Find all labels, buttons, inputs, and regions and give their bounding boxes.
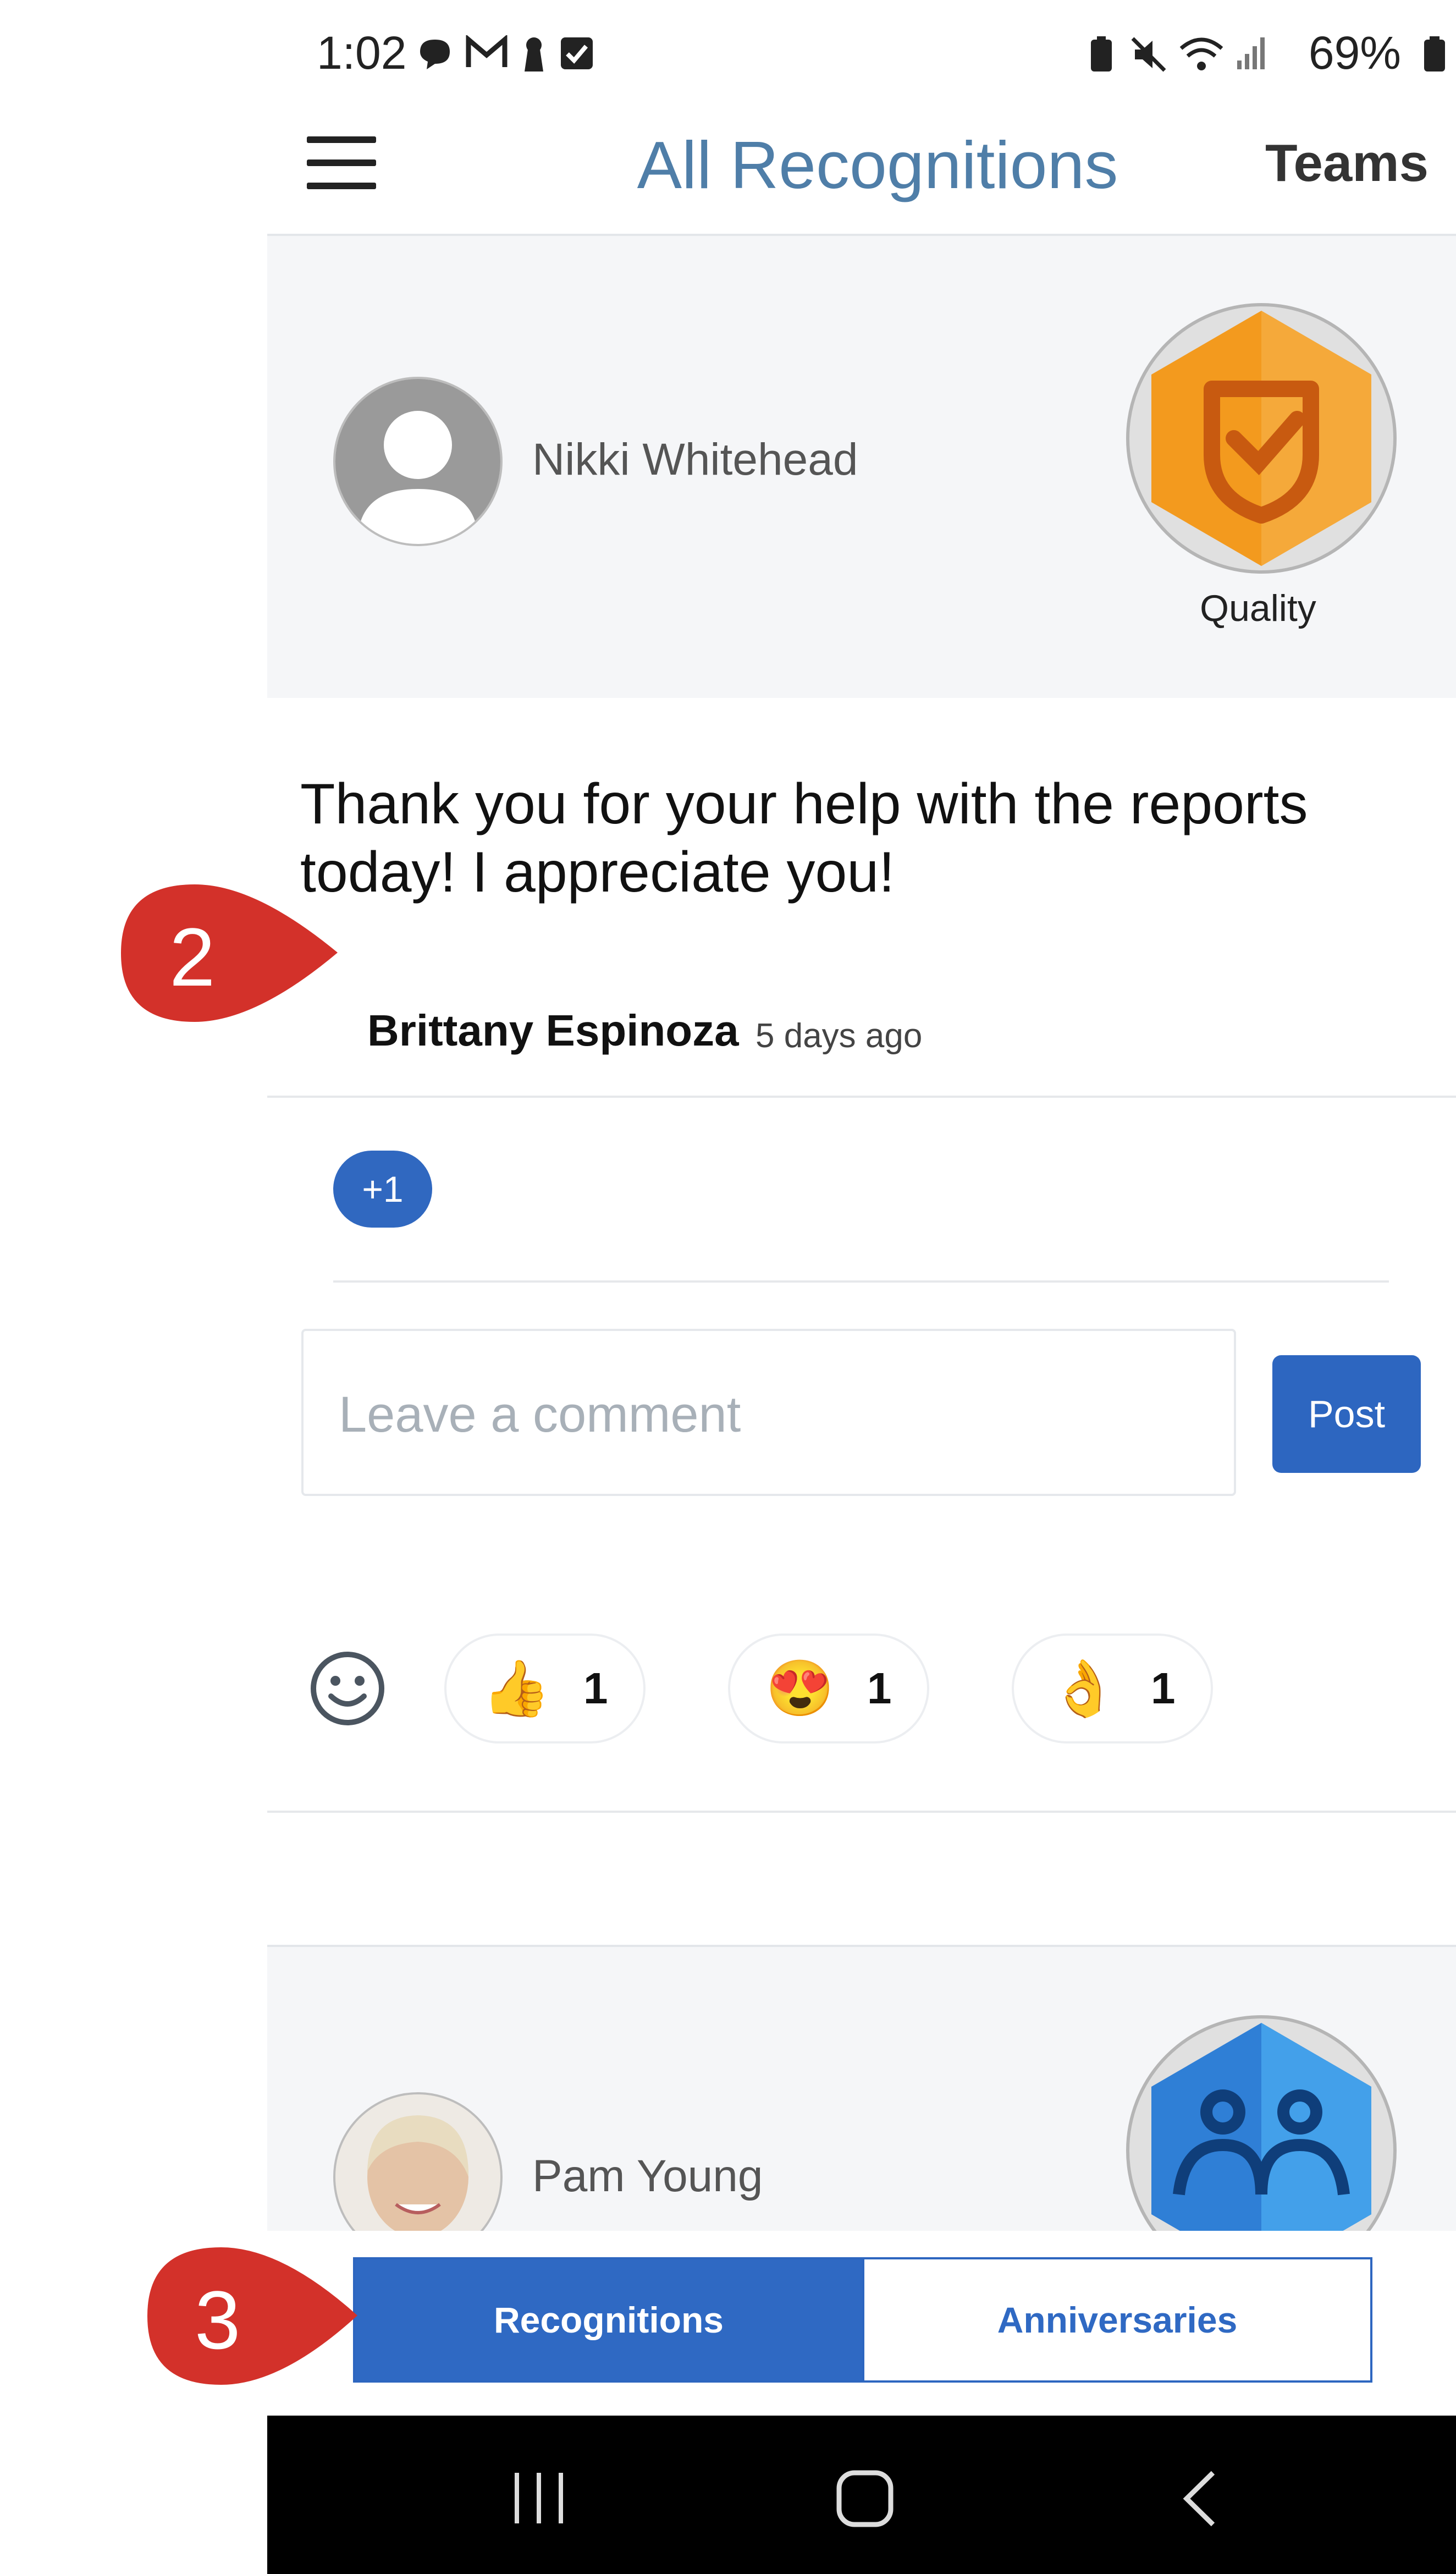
checkbox-icon: [561, 37, 593, 69]
plus-one-button[interactable]: +1: [333, 1151, 432, 1228]
battery-icon: [1424, 36, 1445, 72]
thumbs-up-icon: 👍: [482, 1657, 550, 1719]
page-title: All Recognitions: [637, 128, 1118, 202]
callout-number: 3: [195, 2274, 241, 2366]
menu-icon[interactable]: [307, 136, 376, 191]
callout-pointer-icon: [147, 2247, 357, 2385]
ok-hand-icon: 👌: [1049, 1657, 1118, 1719]
back-icon[interactable]: [1180, 2468, 1218, 2529]
wifi-icon: [1179, 37, 1223, 70]
battery-saver-icon: [1091, 36, 1112, 72]
reaction-ok-hand[interactable]: 👌 1: [1012, 1634, 1213, 1744]
home-icon[interactable]: [835, 2468, 895, 2529]
callout-pointer-icon: [121, 884, 338, 1022]
teams-link[interactable]: Teams: [1265, 133, 1429, 194]
post-button[interactable]: Post: [1272, 1355, 1421, 1473]
divider: [267, 1096, 1456, 1098]
divider: [267, 1811, 1456, 1813]
tab-anniversaries[interactable]: Anniversaries: [862, 2257, 1372, 2383]
callout-number: 2: [169, 911, 216, 1003]
recognition-message: Thank you for your help with the reports…: [300, 772, 1308, 904]
shield-check-icon: [1151, 311, 1371, 566]
system-nav-bar: [267, 2416, 1456, 2574]
bottom-tabs: Recognitions Anniversaries: [267, 2231, 1456, 2416]
recipient-name[interactable]: Nikki Whitehead: [532, 434, 858, 486]
quality-badge: [1126, 303, 1397, 574]
recognition-card-header: Nikki Whitehead Quality: [267, 236, 1456, 698]
status-time: 1:02: [317, 27, 407, 79]
callout-marker-3: 3: [144, 2244, 357, 2391]
reaction-thumbs-up[interactable]: 👍 1: [444, 1634, 646, 1744]
reaction-heart-eyes[interactable]: 😍 1: [728, 1634, 929, 1744]
reaction-count: 1: [583, 1664, 608, 1713]
badge-label: Quality: [1200, 587, 1316, 629]
tab-recognitions[interactable]: Recognitions: [353, 2257, 864, 2383]
recent-apps-icon[interactable]: [509, 2471, 570, 2526]
keyhole-icon: [525, 37, 543, 72]
gmail-icon: [466, 35, 508, 67]
author-name[interactable]: Brittany Espinoza: [367, 1005, 739, 1056]
reaction-count: 1: [1151, 1664, 1176, 1713]
time-ago: 5 days ago: [755, 1017, 923, 1055]
person-silhouette-icon: [335, 379, 500, 544]
avatar-placeholder[interactable]: [333, 377, 503, 546]
phone-screen: 1:02 69% All Recognitions Teams Nikki Wh…: [267, 0, 1456, 2574]
reaction-count: 1: [867, 1664, 892, 1713]
comment-input[interactable]: Leave a comment: [301, 1329, 1236, 1496]
app-header: All Recognitions Teams: [267, 110, 1456, 236]
heart-eyes-icon: 😍: [765, 1657, 834, 1719]
battery-percent: 69%: [1308, 27, 1401, 79]
chat-icon: [420, 40, 450, 69]
signal-icon: [1237, 37, 1265, 69]
callout-marker-2: 2: [118, 881, 338, 1028]
mute-icon: [1131, 37, 1166, 72]
recognition-card-header: Pam Young: [267, 1945, 1456, 2286]
add-reaction-icon[interactable]: [309, 1650, 386, 1727]
recipient-name[interactable]: Pam Young: [532, 2150, 763, 2202]
divider: [333, 1280, 1389, 1283]
status-bar: 1:02 69%: [267, 0, 1456, 110]
